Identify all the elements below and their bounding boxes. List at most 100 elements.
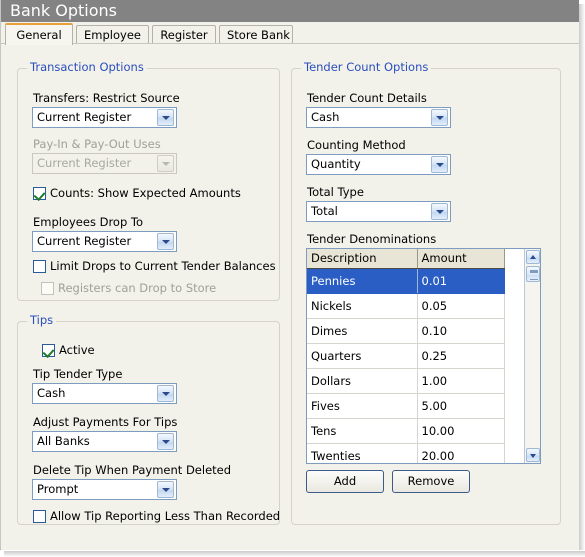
cell-description: Tens	[307, 418, 418, 444]
delete-tip-label: Delete Tip When Payment Deleted	[33, 463, 232, 477]
tab-register[interactable]: Register	[152, 25, 216, 44]
table-header-row: Description Amount	[307, 249, 505, 269]
employees-drop-to-value: Current Register	[37, 234, 132, 248]
transfers-restrict-source-label: Transfers: Restrict Source	[33, 91, 180, 105]
scrollbar-thumb[interactable]	[526, 266, 540, 282]
cell-amount: 0.25	[417, 343, 505, 369]
table-row[interactable]: Nickels 0.05	[307, 293, 505, 319]
chevron-down-icon[interactable]	[431, 156, 448, 173]
adjust-payments-combo[interactable]: All Banks	[32, 431, 177, 452]
cell-amount: 0.05	[417, 293, 505, 319]
tab-general[interactable]: General	[5, 23, 73, 45]
bank-options-window: Bank Options General Employee Register S…	[0, 0, 579, 550]
pay-in-pay-out-uses-value: Current Register	[37, 156, 132, 170]
cell-amount: 0.10	[417, 318, 505, 344]
tender-count-options-legend: Tender Count Options	[301, 61, 432, 74]
tab-store-bank[interactable]: Store Bank	[219, 25, 293, 44]
allow-tip-reporting-checkbox[interactable]: Allow Tip Reporting Less Than Recorded	[33, 509, 280, 523]
tips-active-checkbox[interactable]: Active	[42, 343, 95, 357]
add-button[interactable]: Add	[306, 470, 384, 493]
checkbox-unchecked-disabled-icon	[41, 281, 54, 295]
chevron-down-icon[interactable]	[431, 109, 448, 126]
transfers-restrict-source-value: Current Register	[37, 110, 132, 124]
cell-description: Dollars	[307, 368, 418, 394]
table-row[interactable]: Tens 10.00	[307, 418, 505, 444]
chevron-down-icon[interactable]	[157, 109, 174, 126]
scroll-up-arrow-icon[interactable]	[526, 250, 540, 264]
total-type-label: Total Type	[307, 185, 364, 199]
tips-legend: Tips	[27, 314, 57, 327]
tab-strip: General Employee Register Store Bank	[1, 22, 579, 45]
delete-tip-combo[interactable]: Prompt	[32, 479, 177, 500]
checkbox-checked-icon[interactable]	[33, 186, 46, 200]
cell-description: Fives	[307, 393, 418, 419]
registers-can-drop-label: Registers can Drop to Store	[58, 281, 217, 295]
cell-description: Nickels	[307, 293, 418, 319]
checkbox-unchecked-icon[interactable]	[33, 259, 46, 273]
table-row[interactable]: Dimes 0.10	[307, 318, 505, 344]
counting-method-combo[interactable]: Quantity	[306, 154, 451, 175]
tender-count-details-combo[interactable]: Cash	[306, 107, 451, 128]
cell-description: Quarters	[307, 343, 418, 369]
table-header: Description Amount	[307, 249, 505, 269]
window-shadow-right	[579, 4, 585, 550]
transaction-options-group: Transaction Options Transfers: Restrict …	[17, 61, 280, 301]
cell-amount: 1.00	[417, 368, 505, 394]
pay-in-pay-out-uses-combo: Current Register	[32, 153, 177, 174]
tab-employee[interactable]: Employee	[76, 25, 149, 44]
table-row[interactable]: Pennies 0.01	[307, 268, 505, 294]
allow-tip-reporting-label: Allow Tip Reporting Less Than Recorded	[50, 509, 281, 523]
tender-count-options-group: Tender Count Options Tender Count Detail…	[291, 61, 561, 525]
transfers-restrict-source-combo[interactable]: Current Register	[32, 107, 177, 128]
chevron-down-icon[interactable]	[157, 481, 174, 498]
counts-show-expected-amounts-label: Counts: Show Expected Amounts	[50, 186, 241, 200]
table-row[interactable]: Quarters 0.25	[307, 343, 505, 369]
general-tab-pane: Transaction Options Transfers: Restrict …	[1, 44, 579, 550]
total-type-combo[interactable]: Total	[306, 201, 451, 222]
cell-description: Dimes	[307, 318, 418, 344]
table-row[interactable]: Twenties 20.00	[307, 443, 505, 463]
table-row[interactable]: Fives 5.00	[307, 393, 505, 419]
tips-active-label: Active	[59, 343, 95, 357]
cell-description: Twenties	[307, 443, 418, 463]
delete-tip-value: Prompt	[37, 482, 79, 496]
cell-amount: 10.00	[417, 418, 505, 444]
counting-method-value: Quantity	[311, 157, 361, 171]
limit-drops-checkbox[interactable]: Limit Drops to Current Tender Balances	[33, 259, 276, 273]
adjust-payments-label: Adjust Payments For Tips	[33, 415, 178, 429]
tip-tender-type-combo[interactable]: Cash	[32, 383, 177, 404]
chevron-down-icon[interactable]	[157, 385, 174, 402]
cell-description: Pennies	[307, 268, 418, 294]
chevron-down-icon[interactable]	[431, 203, 448, 220]
checkbox-checked-icon[interactable]	[42, 343, 55, 357]
total-type-value: Total	[311, 204, 338, 218]
cell-amount: 0.01	[417, 268, 505, 294]
chevron-down-icon[interactable]	[157, 433, 174, 450]
remove-button[interactable]: Remove	[392, 470, 470, 493]
table-body: Pennies 0.01 Nickels 0.05 Dimes 0.10 Qua…	[307, 268, 505, 463]
column-header-description[interactable]: Description	[307, 249, 418, 269]
limit-drops-label: Limit Drops to Current Tender Balances	[50, 259, 276, 273]
tip-tender-type-value: Cash	[37, 386, 66, 400]
counting-method-label: Counting Method	[307, 138, 406, 152]
grid-vertical-scrollbar[interactable]	[524, 249, 540, 463]
counts-show-expected-amounts-checkbox[interactable]: Counts: Show Expected Amounts	[33, 186, 241, 200]
employees-drop-to-label: Employees Drop To	[33, 215, 144, 229]
tender-denominations-table: Description Amount Pennies 0.01 Nickels	[307, 249, 505, 463]
checkbox-unchecked-icon[interactable]	[33, 509, 46, 523]
tender-denominations-label: Tender Denominations	[307, 232, 437, 246]
employees-drop-to-combo[interactable]: Current Register	[32, 231, 177, 252]
table-row[interactable]: Dollars 1.00	[307, 368, 505, 394]
column-header-amount[interactable]: Amount	[417, 249, 505, 269]
tender-count-details-value: Cash	[311, 110, 340, 124]
tender-denominations-grid[interactable]: Description Amount Pennies 0.01 Nickels	[306, 248, 541, 464]
app-root: Bank Options General Employee Register S…	[0, 0, 585, 557]
scroll-down-arrow-icon[interactable]	[526, 448, 540, 462]
page-title: Bank Options	[10, 1, 118, 20]
window-titlebar: Bank Options	[1, 0, 579, 22]
cell-amount: 5.00	[417, 393, 505, 419]
tip-tender-type-label: Tip Tender Type	[33, 367, 123, 381]
adjust-payments-value: All Banks	[37, 434, 90, 448]
pay-in-pay-out-uses-label: Pay-In & Pay-Out Uses	[33, 137, 161, 151]
chevron-down-icon[interactable]	[157, 233, 174, 250]
